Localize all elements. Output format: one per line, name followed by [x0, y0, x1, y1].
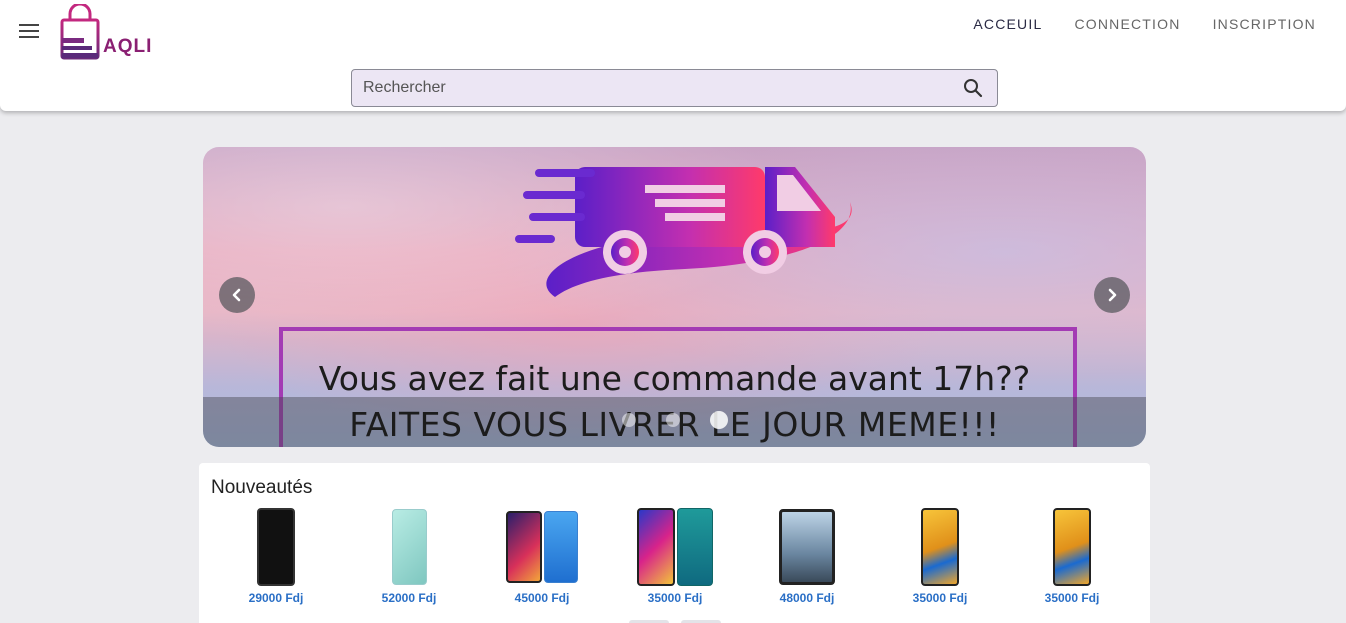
- product-card[interactable]: 35000 Fdj: [625, 507, 725, 605]
- chevron-left-icon: [232, 288, 241, 302]
- delivery-truck-icon: [515, 167, 852, 297]
- search-icon[interactable]: [963, 78, 983, 98]
- product-card[interactable]: 52000 Fdj: [359, 507, 459, 605]
- product-image: [890, 507, 990, 587]
- chevron-right-icon: [1108, 288, 1117, 302]
- brand-logo[interactable]: AQLI: [58, 2, 168, 60]
- phone-image: [391, 509, 427, 585]
- brand-name: AQLI: [103, 36, 153, 57]
- product-price: 52000 Fdj: [381, 591, 437, 605]
- product-price: 35000 Fdj: [647, 591, 703, 605]
- product-price: 35000 Fdj: [1044, 591, 1100, 605]
- phone-image: [637, 508, 675, 586]
- indicator-dot-active[interactable]: [709, 411, 728, 429]
- phone-image: [677, 508, 713, 586]
- indicator-dot[interactable]: [621, 413, 636, 427]
- product-card[interactable]: 35000 Fdj: [1022, 507, 1122, 605]
- menu-icon[interactable]: [16, 20, 42, 42]
- product-card[interactable]: 35000 Fdj: [890, 507, 990, 605]
- search-bar: [351, 69, 998, 107]
- new-products-section: Nouveautés 29000 Fdj 52000 Fdj 45000 Fdj…: [199, 463, 1150, 623]
- indicator-dot[interactable]: [665, 413, 680, 427]
- product-image: [226, 507, 326, 587]
- carousel-indicators: [203, 411, 1146, 429]
- section-title: Nouveautés: [211, 477, 313, 498]
- phone-image: [544, 511, 578, 583]
- carousel-next-button[interactable]: [1094, 277, 1130, 313]
- product-image: [757, 507, 857, 587]
- phone-image: [921, 508, 959, 586]
- promo-carousel: Vous avez fait une commande avant 17h?? …: [203, 147, 1146, 447]
- product-image: [1022, 507, 1122, 587]
- app-bar: AQLI ACCEUIL CONNECTION INSCRIPTION: [0, 0, 1346, 111]
- phone-image: [506, 511, 542, 583]
- product-price: 48000 Fdj: [779, 591, 835, 605]
- product-price: 45000 Fdj: [514, 591, 570, 605]
- product-card[interactable]: 45000 Fdj: [492, 507, 592, 605]
- search-input[interactable]: [352, 70, 952, 106]
- product-image: [625, 507, 725, 587]
- phone-image: [1053, 508, 1091, 586]
- slide-headline: Vous avez fait une commande avant 17h??: [318, 359, 1031, 398]
- product-image: [492, 507, 592, 587]
- product-price: 29000 Fdj: [248, 591, 304, 605]
- shopping-bag-icon: [60, 4, 100, 60]
- phone-image: [257, 508, 295, 586]
- product-image: [359, 507, 459, 587]
- nav-connection[interactable]: CONNECTION: [1074, 16, 1180, 32]
- product-card[interactable]: 29000 Fdj: [226, 507, 326, 605]
- main-nav: ACCEUIL CONNECTION INSCRIPTION: [973, 16, 1316, 32]
- product-price: 35000 Fdj: [912, 591, 968, 605]
- phone-image: [779, 509, 835, 585]
- carousel-prev-button[interactable]: [219, 277, 255, 313]
- product-card[interactable]: 48000 Fdj: [757, 507, 857, 605]
- nav-acceuil[interactable]: ACCEUIL: [973, 16, 1042, 32]
- nav-inscription[interactable]: INSCRIPTION: [1213, 16, 1316, 32]
